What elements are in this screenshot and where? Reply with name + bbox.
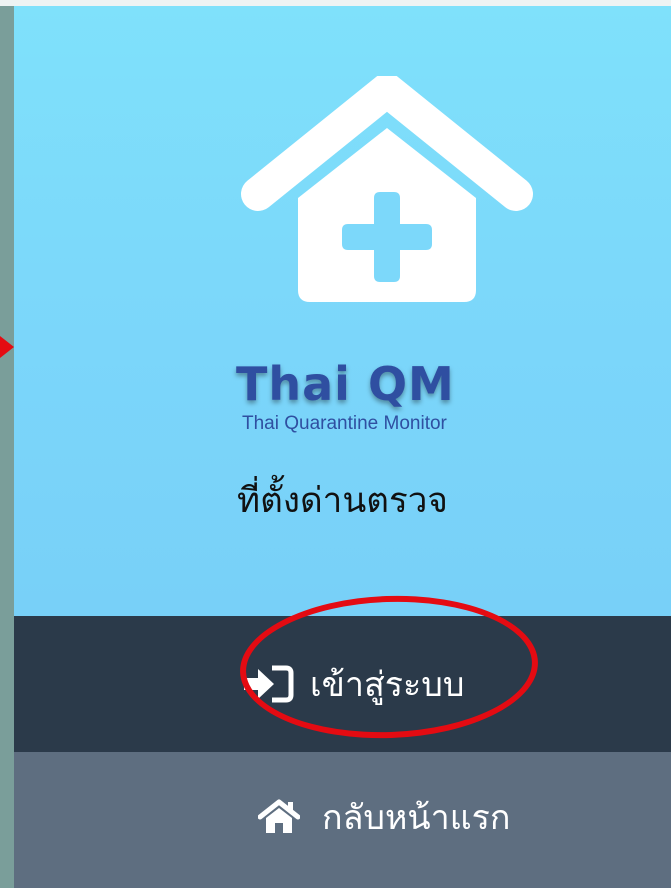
home-label[interactable]: กลับหน้าแรก <box>322 790 511 844</box>
home-menu-content[interactable]: กลับหน้าแรก <box>258 782 511 852</box>
panel-header: Thai QM Thai Quarantine Monitor ที่ตั้งด… <box>14 6 671 616</box>
app-logo: Thai QM Thai Quarantine Monitor <box>232 358 542 442</box>
logo-title: Thai QM <box>236 357 455 411</box>
house-medical-cross-icon <box>241 76 533 302</box>
page-frame: Thai QM Thai Quarantine Monitor ที่ตั้งด… <box>0 0 671 888</box>
login-panel: Thai QM Thai Quarantine Monitor ที่ตั้งด… <box>14 6 671 888</box>
annotation-arrow-tip <box>0 336 14 358</box>
home-icon <box>258 799 300 833</box>
logo-subtitle: Thai Quarantine Monitor <box>242 413 447 434</box>
location-label: ที่ตั้งด่านตรวจ <box>237 481 448 521</box>
home-menu-item[interactable]: กลับหน้าแรก <box>14 752 671 888</box>
